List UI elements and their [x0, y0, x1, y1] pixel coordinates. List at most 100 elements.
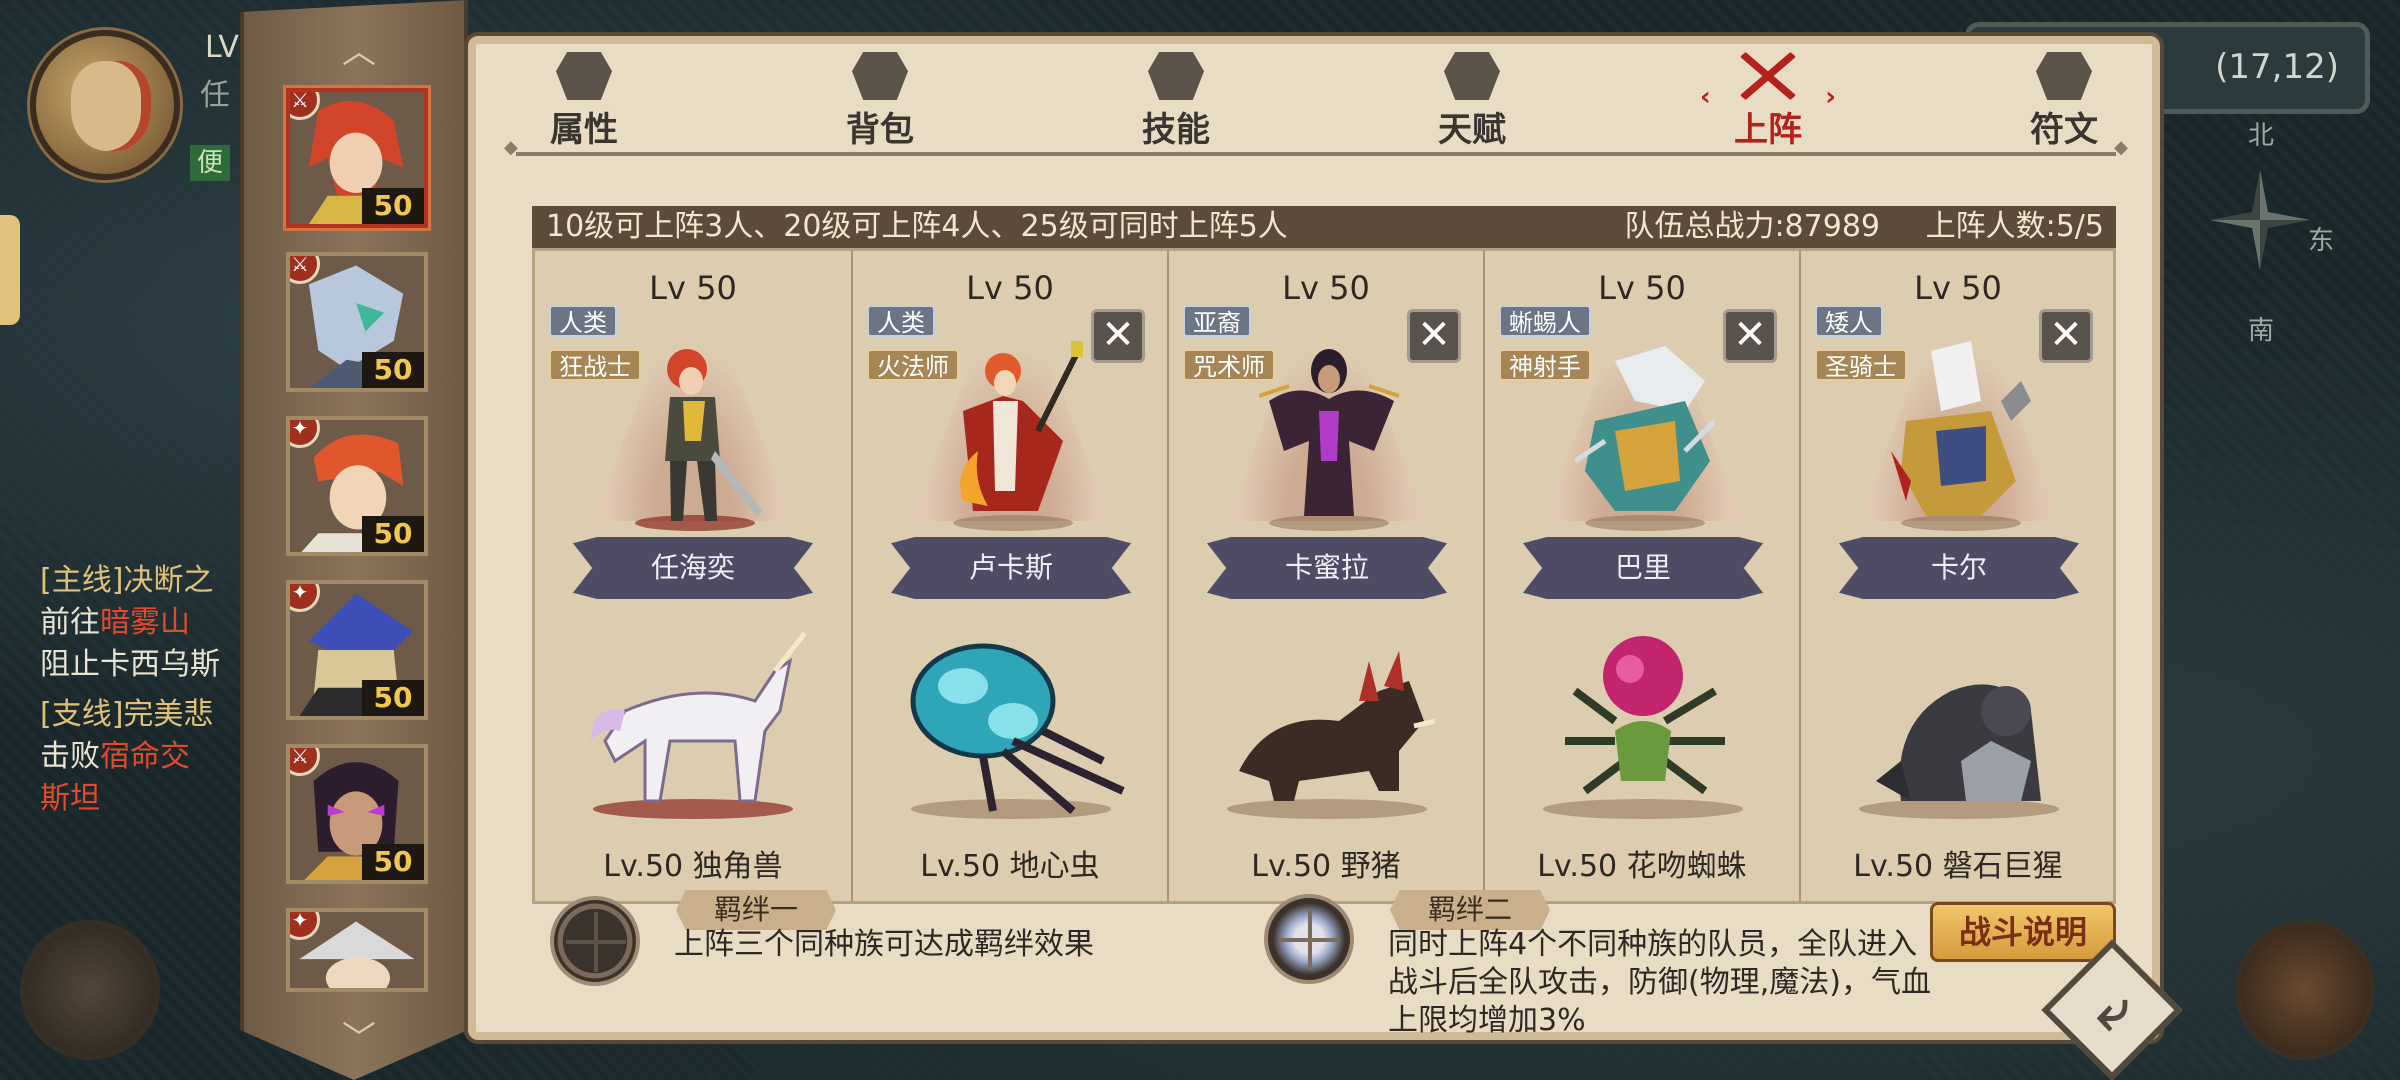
hero-level: Lv 50	[649, 269, 737, 307]
battle-help-button[interactable]: 战斗说明	[1930, 902, 2116, 962]
formation-info-bar: 10级可上阵3人、20级可上阵4人、25级可同时上阵5人 队伍总战力:87989…	[532, 206, 2116, 248]
pet-sprite[interactable]	[575, 631, 811, 821]
tab-skills[interactable]: 技能	[1116, 52, 1236, 152]
remove-hero-button[interactable]: ✕	[1407, 309, 1461, 363]
race-tag: 矮人	[1815, 305, 1883, 337]
bond-one-desc: 上阵三个同种族可达成羁绊效果	[674, 927, 1094, 962]
bond-two-desc-line: 同时上阵4个不同种族的队员，全队进入	[1388, 927, 1918, 962]
quest-tracker[interactable]: [主线]决断之 前往暗雾山 阻止卡西乌斯 [支线]完美悲 击败宿命交 斯坦	[40, 560, 240, 820]
quest-side-line2: 斯坦	[40, 781, 100, 816]
pet-label: Lv.50 独角兽	[603, 849, 783, 884]
attributes-icon	[556, 52, 612, 100]
hero-level: Lv 50	[1282, 269, 1370, 307]
hero-sprite[interactable]	[943, 341, 1083, 531]
collapse-tab[interactable]	[0, 215, 20, 325]
tab-attributes[interactable]: 属性	[524, 52, 644, 152]
compass-east: 东	[2308, 226, 2335, 256]
hero-sprite[interactable]	[1259, 341, 1399, 531]
roster-grid: Lv 50 人类 狂战士 任海奕 Lv.50 独角兽 Lv 50 人类 火法师 …	[532, 248, 2116, 904]
hero-name-ribbon: 巴里	[1523, 537, 1763, 599]
scroll-up-icon[interactable]: ︿	[339, 35, 379, 69]
portrait-1[interactable]: ⚔ 50	[286, 252, 428, 392]
player-avatar[interactable]	[30, 30, 180, 180]
portrait-0[interactable]: ⚔ 50	[286, 88, 428, 228]
quest-main-line2: 阻止卡西乌斯	[40, 647, 220, 682]
portrait-level: 50	[362, 844, 424, 880]
scroll-down-icon[interactable]: ﹀	[339, 1022, 379, 1056]
tab-divider	[504, 137, 2128, 158]
portrait-4[interactable]: ⚔ 50	[286, 744, 428, 884]
hero-level: Lv 50	[966, 269, 1054, 307]
pet-label: Lv.50 地心虫	[920, 849, 1100, 884]
formation-rule-text: 10级可上阵3人、20级可上阵4人、25级可同时上阵5人	[546, 209, 1288, 244]
hero-level: Lv 50	[1598, 269, 1686, 307]
quest-main-verb: 前往	[40, 605, 100, 640]
task-label: 任	[200, 78, 230, 113]
pet-sprite[interactable]	[1841, 631, 2077, 821]
hero-name-ribbon: 任海奕	[573, 537, 813, 599]
character-sidebar[interactable]: ︿ ⚔ 50 ⚔ 50 ✦ 50 ✦ 50 ⚔ 50 ✦ ﹀	[240, 0, 468, 1080]
portrait-level: 50	[362, 188, 424, 224]
roster-slot[interactable]: Lv 50 人类 狂战士 任海奕 Lv.50 独角兽	[535, 251, 851, 901]
bond-one-title: 羁绊一	[676, 890, 836, 930]
compass-rose-icon	[2210, 170, 2310, 270]
hero-sprite[interactable]	[1891, 341, 2031, 531]
hero-name-ribbon: 卢卡斯	[891, 537, 1131, 599]
skill-wheel-button[interactable]	[20, 920, 160, 1060]
roster-slot[interactable]: Lv 50 亚裔 咒术师 ✕ 卡蜜拉 Lv.50 野猪	[1167, 251, 1483, 901]
crossed-swords-icon	[1740, 52, 1796, 100]
hero-level: Lv 50	[1914, 269, 2002, 307]
hero-sprite[interactable]	[1575, 341, 1715, 531]
portrait-3[interactable]: ✦ 50	[286, 580, 428, 720]
player-level-label: LV	[205, 30, 239, 65]
team-count: 上阵人数:5/5	[1925, 209, 2104, 244]
race-tag: 蜥蜴人	[1499, 305, 1591, 337]
bond-two-title: 羁绊二	[1390, 890, 1550, 930]
portrait-5[interactable]: ✦	[286, 908, 428, 992]
race-tag: 人类	[867, 305, 935, 337]
tab-backpack[interactable]: 背包	[820, 52, 940, 152]
roster-slot[interactable]: Lv 50 人类 火法师 ✕ 卢卡斯 Lv.50 地心虫	[851, 251, 1167, 901]
talent-icon	[1444, 52, 1500, 100]
pet-sprite[interactable]	[893, 631, 1129, 821]
remove-hero-button[interactable]: ✕	[1723, 309, 1777, 363]
portrait-level: 50	[362, 680, 424, 716]
bond-two-desc-line: 上限均增加3%	[1388, 1003, 1586, 1038]
job-tag: 狂战士	[549, 349, 641, 381]
hero-sprite[interactable]	[625, 341, 765, 531]
team-power: 队伍总战力:87989	[1624, 209, 1880, 244]
remove-hero-button[interactable]: ✕	[1091, 309, 1145, 363]
remove-hero-button[interactable]: ✕	[2039, 309, 2093, 363]
job-tag: 圣骑士	[1815, 349, 1907, 381]
quest-side-tag: [支线]完美悲	[40, 697, 214, 732]
roster-slot[interactable]: Lv 50 蜥蜴人 神射手 ✕ 巴里 Lv.50 花吻蜘蛛	[1483, 251, 1799, 901]
skill-book-icon	[1148, 52, 1204, 100]
bond-two-desc-line: 战斗后全队攻击，防御(物理,魔法)，气血	[1388, 965, 1931, 1000]
rune-icon	[2036, 52, 2092, 100]
portrait-level: 50	[362, 352, 424, 388]
bond-one-icon[interactable]	[550, 896, 640, 986]
quest-main-tag: [主线]决断之	[40, 563, 214, 598]
pet-sprite[interactable]	[1525, 631, 1761, 821]
pet-label: Lv.50 磐石巨猩	[1853, 849, 2063, 884]
compass-south: 南	[2248, 316, 2275, 346]
job-tag: 火法师	[867, 349, 959, 381]
race-tag: 人类	[549, 305, 617, 337]
portrait-2[interactable]: ✦ 50	[286, 416, 428, 556]
quest-side-verb: 击败	[40, 739, 100, 774]
tab-formation[interactable]: 上阵	[1700, 52, 1836, 152]
job-tag: 咒术师	[1183, 349, 1275, 381]
back-arrow-icon: ⤶	[2096, 975, 2129, 1044]
roster-slot[interactable]: Lv 50 矮人 圣骑士 ✕ 卡尔 Lv.50 磐石巨猩	[1799, 251, 2115, 901]
pet-label: Lv.50 野猪	[1251, 849, 1401, 884]
quest-side-target: 宿命交	[100, 739, 190, 774]
team-formation-panel: 属性 背包 技能 天赋 上阵 符文 10级可上阵3人、20级可上阵4人、25级可…	[468, 36, 2160, 1040]
pet-sprite[interactable]	[1209, 631, 1445, 821]
home-button[interactable]	[2235, 920, 2375, 1060]
tab-runes[interactable]: 符文	[2004, 52, 2124, 152]
tab-talent[interactable]: 天赋	[1412, 52, 1532, 152]
pet-label: Lv.50 花吻蜘蛛	[1537, 849, 1747, 884]
bond-two-icon[interactable]	[1264, 894, 1354, 984]
bond-two-desc: 同时上阵4个不同种族的队员，全队进入 战斗后全队攻击，防御(物理,魔法)，气血 …	[1388, 926, 1931, 1040]
hero-name-ribbon: 卡尔	[1839, 537, 2079, 599]
